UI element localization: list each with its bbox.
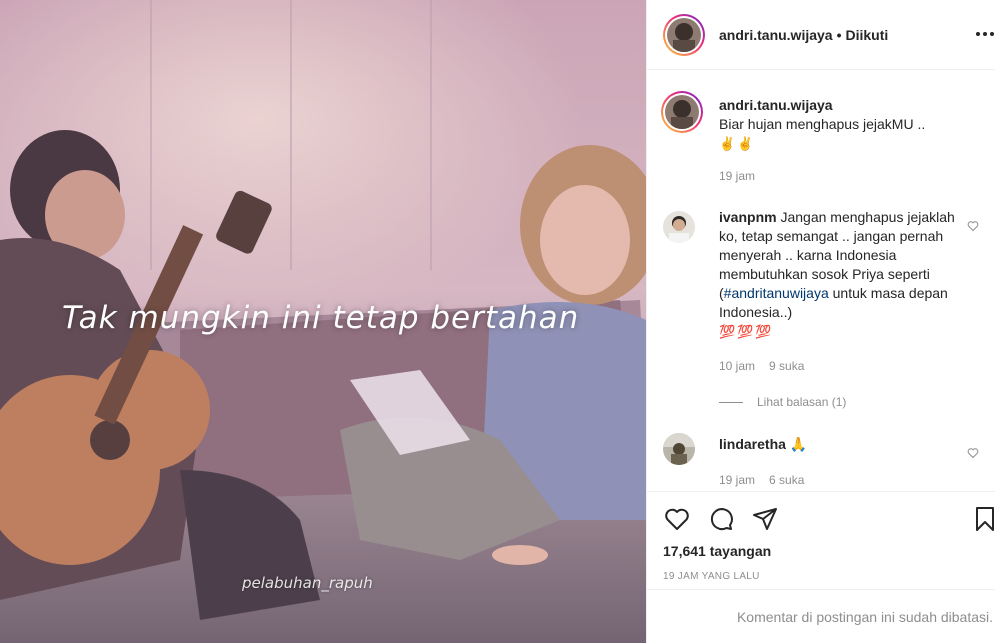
bookmark-icon[interactable]: [971, 505, 995, 533]
more-options-icon[interactable]: [975, 24, 995, 44]
commenter-avatar[interactable]: [663, 433, 695, 465]
video-caption-overlay: Tak mungkin ini tetap bertahan: [62, 300, 580, 336]
comment-timestamp[interactable]: 10 jam: [719, 359, 755, 373]
view-replies-button[interactable]: Lihat balasan (1): [719, 395, 846, 409]
comments-list[interactable]: andri.tanu.wijaya Biar hujan menghapus j…: [647, 71, 995, 491]
comment-bubble-icon[interactable]: [707, 505, 735, 533]
view-count[interactable]: 17,641 tayangan: [663, 543, 771, 559]
paper-plane-icon[interactable]: [751, 505, 779, 533]
caption-username-link[interactable]: andri.tanu.wijaya: [719, 96, 967, 115]
follow-status-button[interactable]: Diikuti: [846, 27, 889, 43]
post-actions-bar: [647, 491, 995, 551]
comment-timestamp[interactable]: 19 jam: [719, 473, 755, 487]
post-timestamp[interactable]: 19 JAM YANG LALU: [663, 571, 760, 582]
comment-item: lindaretha 🙏 19 jam 6 suka: [663, 433, 983, 491]
post-dialog: Tak mungkin ini tetap bertahan pelabuhan…: [0, 0, 995, 643]
author-avatar[interactable]: [663, 13, 705, 56]
comment-like-heart-icon[interactable]: [967, 446, 979, 459]
caption-emoji: ✌✌: [719, 136, 756, 151]
comment-text: 🙏: [785, 436, 808, 452]
header-separator: •: [836, 26, 842, 43]
post-header: andri.tanu.wijaya • Diikuti: [647, 0, 995, 70]
comments-restricted-notice: Komentar di postingan ini sudah dibatasi…: [647, 589, 995, 643]
caption-text: Biar hujan menghapus jejakMU ..: [719, 116, 926, 132]
comment-likes-count[interactable]: 9 suka: [769, 359, 804, 373]
author-username-link[interactable]: andri.tanu.wijaya: [719, 27, 833, 43]
comment-like-heart-icon[interactable]: [967, 219, 979, 232]
caption-timestamp[interactable]: 19 jam: [719, 169, 755, 183]
post-video[interactable]: Tak mungkin ini tetap bertahan pelabuhan…: [0, 0, 646, 643]
post-side-panel: andri.tanu.wijaya • Diikuti andri.tanu.w…: [646, 0, 995, 643]
comment-emoji: 💯💯💯: [719, 324, 774, 339]
post-caption: andri.tanu.wijaya Biar hujan menghapus j…: [661, 91, 983, 193]
comment-item: ivanpnm Jangan menghapus jejaklah ko, te…: [663, 209, 983, 391]
comment-hashtag-link[interactable]: #andritanuwijaya: [724, 285, 829, 301]
comments-restricted-text: Komentar di postingan ini sudah dibatasi…: [736, 608, 994, 625]
video-watermark: pelabuhan_rapuh: [242, 574, 373, 592]
caption-author-avatar[interactable]: [661, 91, 703, 133]
view-replies-label: Lihat balasan (1): [757, 395, 847, 409]
commenter-avatar[interactable]: [663, 211, 695, 243]
comment-likes-count[interactable]: 6 suka: [769, 473, 804, 487]
comment-username-link[interactable]: ivanpnm: [719, 209, 777, 225]
heart-icon[interactable]: [663, 505, 691, 533]
comment-username-link[interactable]: lindaretha: [719, 436, 786, 452]
author-avatar-image: [667, 17, 701, 52]
